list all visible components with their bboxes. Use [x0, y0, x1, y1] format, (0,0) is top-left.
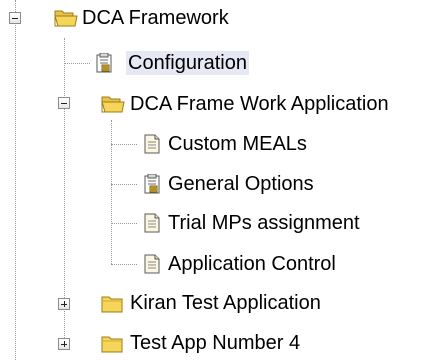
tree-view: DCA Framework Configuration DCA Frame Wo…	[0, 0, 447, 360]
settings-document-icon	[92, 53, 116, 73]
folder-closed-icon	[101, 334, 125, 354]
tree-connector-branch	[111, 264, 137, 265]
settings-document-icon	[140, 174, 164, 194]
tree-node-label-dca-framework[interactable]: DCA Framework	[80, 6, 231, 30]
folder-open-icon	[101, 94, 125, 114]
tree-node-label-configuration[interactable]: Configuration	[126, 51, 249, 75]
tree-connector-branch	[111, 184, 137, 185]
expand-toggle-kiran-test-application[interactable]	[58, 298, 70, 310]
minus-icon	[12, 18, 18, 19]
tree-connector-root-vertical	[15, 0, 16, 360]
tree-connector-branch	[111, 144, 137, 145]
folder-open-icon	[54, 8, 78, 28]
expand-toggle-test-app-number-4[interactable]	[58, 338, 70, 350]
tree-connector-level2-vertical	[111, 120, 112, 264]
minus-icon	[61, 103, 67, 104]
tree-node-label-test-app-number-4[interactable]: Test App Number 4	[128, 331, 302, 355]
document-icon	[140, 254, 164, 274]
tree-node-label-trial-mps-assignment[interactable]: Trial MPs assignment	[166, 211, 362, 235]
folder-closed-icon	[101, 294, 125, 314]
tree-node-label-custom-meals[interactable]: Custom MEALs	[166, 132, 309, 156]
tree-node-label-kiran-test-application[interactable]: Kiran Test Application	[128, 291, 323, 315]
collapse-toggle-dca-frame-work-application[interactable]	[58, 97, 70, 109]
tree-node-label-dca-frame-work-application[interactable]: DCA Frame Work Application	[128, 92, 391, 116]
plus-icon-vertical	[64, 341, 65, 347]
plus-icon-vertical	[64, 301, 65, 307]
tree-node-label-application-control[interactable]: Application Control	[166, 252, 338, 276]
tree-connector-branch	[111, 223, 137, 224]
document-icon	[140, 213, 164, 233]
collapse-toggle-dca-framework[interactable]	[9, 12, 21, 24]
tree-node-label-general-options[interactable]: General Options	[166, 172, 316, 196]
document-icon	[140, 134, 164, 154]
tree-connector-branch	[64, 63, 90, 64]
